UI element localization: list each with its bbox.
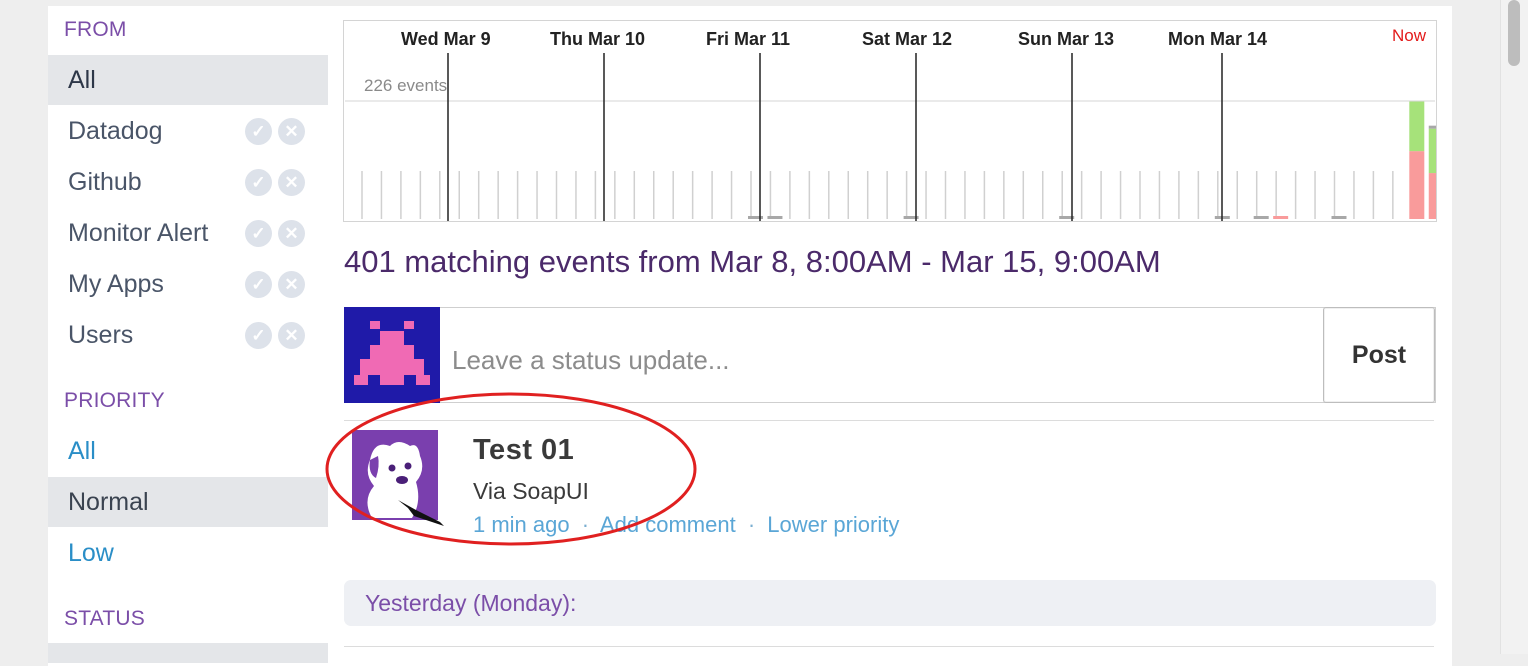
from-item-github[interactable]: Github ✓ ✕	[48, 157, 328, 207]
timeline-bar-green[interactable]	[1428, 128, 1436, 174]
status-heading: STATUS	[64, 607, 145, 630]
page-scrollbar[interactable]	[1500, 0, 1528, 654]
day-group-label: Yesterday (Monday):	[365, 590, 577, 616]
day-markers: Wed Mar 9 Thu Mar 10 Fri Mar 11 Sat Mar …	[364, 26, 1427, 221]
timeline-bar-gray[interactable]	[1428, 125, 1436, 129]
priority-heading: PRIORITY	[64, 389, 165, 412]
check-icon[interactable]: ✓	[245, 118, 272, 145]
day-label: Mon Mar 14	[1168, 29, 1267, 49]
day-label: Fri Mar 11	[706, 29, 790, 49]
red-annotation-ellipse	[325, 392, 697, 546]
from-item-label: My Apps	[68, 270, 164, 298]
priority-item-normal[interactable]: Normal	[48, 477, 328, 527]
priority-item-label: All	[68, 437, 96, 465]
day-label: Sun Mar 13	[1018, 29, 1114, 49]
timeline-bar-gray[interactable]	[767, 216, 783, 219]
timeline-svg: Wed Mar 9 Thu Mar 10 Fri Mar 11 Sat Mar …	[345, 26, 1436, 221]
timeline-bar-gray[interactable]	[1331, 216, 1347, 219]
meta-separator: ·	[747, 512, 756, 537]
from-item-monitor-alert[interactable]: Monitor Alert ✓ ✕	[48, 208, 328, 258]
filter-sidebar: FROM All Datadog ✓ ✕ Github ✓ ✕ Monitor …	[48, 6, 328, 666]
now-label: Now	[1392, 26, 1427, 45]
timeline-bar-red[interactable]	[1409, 151, 1425, 219]
day-label: Thu Mar 10	[550, 29, 645, 49]
day-label: Sat Mar 12	[862, 29, 952, 49]
from-item-users[interactable]: Users ✓ ✕	[48, 310, 328, 360]
matching-events-headline: 401 matching events from Mar 8, 8:00AM -…	[344, 244, 1161, 279]
post-button[interactable]: Post	[1323, 307, 1435, 403]
check-icon[interactable]: ✓	[245, 271, 272, 298]
status-update-input[interactable]	[442, 309, 1320, 401]
from-item-label: All	[68, 66, 96, 94]
priority-item-low[interactable]: Low	[48, 528, 328, 578]
timeline-bar-red[interactable]	[1428, 173, 1436, 219]
scrollbar-thumb[interactable]	[1508, 0, 1520, 66]
close-icon[interactable]: ✕	[278, 169, 305, 196]
close-icon[interactable]: ✕	[278, 271, 305, 298]
from-item-label: Users	[68, 321, 134, 349]
day-group-header: Yesterday (Monday):	[344, 580, 1436, 626]
timeline-bars	[748, 101, 1436, 219]
from-item-label: Github	[68, 168, 142, 196]
priority-item-all[interactable]: All	[48, 426, 328, 476]
max-events-label: 226 events	[364, 76, 447, 95]
close-icon[interactable]: ✕	[278, 118, 305, 145]
from-item-all[interactable]: All	[48, 55, 328, 105]
status-item-selected[interactable]	[48, 643, 328, 663]
from-item-label: Monitor Alert	[68, 219, 209, 247]
timeline-bar-green[interactable]	[1409, 101, 1425, 152]
from-item-datadog[interactable]: Datadog ✓ ✕	[48, 106, 328, 156]
user-avatar	[344, 307, 440, 403]
close-icon[interactable]: ✕	[278, 220, 305, 247]
close-icon[interactable]: ✕	[278, 322, 305, 349]
divider	[344, 646, 1434, 647]
timeline-bar-gray[interactable]	[1253, 216, 1269, 219]
day-label: Wed Mar 9	[401, 29, 491, 49]
event-timeline-chart[interactable]: Wed Mar 9 Thu Mar 10 Fri Mar 11 Sat Mar …	[343, 20, 1437, 222]
from-item-label: Datadog	[68, 117, 163, 145]
timeline-grid	[361, 171, 1414, 219]
lower-priority-link[interactable]: Lower priority	[767, 512, 899, 537]
space-invader-icon	[344, 307, 440, 403]
priority-item-label: Normal	[68, 488, 149, 516]
from-item-my-apps[interactable]: My Apps ✓ ✕	[48, 259, 328, 309]
timeline-bar-red[interactable]	[1273, 216, 1289, 219]
check-icon[interactable]: ✓	[245, 322, 272, 349]
check-icon[interactable]: ✓	[245, 220, 272, 247]
check-icon[interactable]: ✓	[245, 169, 272, 196]
priority-item-label: Low	[68, 539, 114, 567]
from-heading: FROM	[64, 18, 127, 41]
